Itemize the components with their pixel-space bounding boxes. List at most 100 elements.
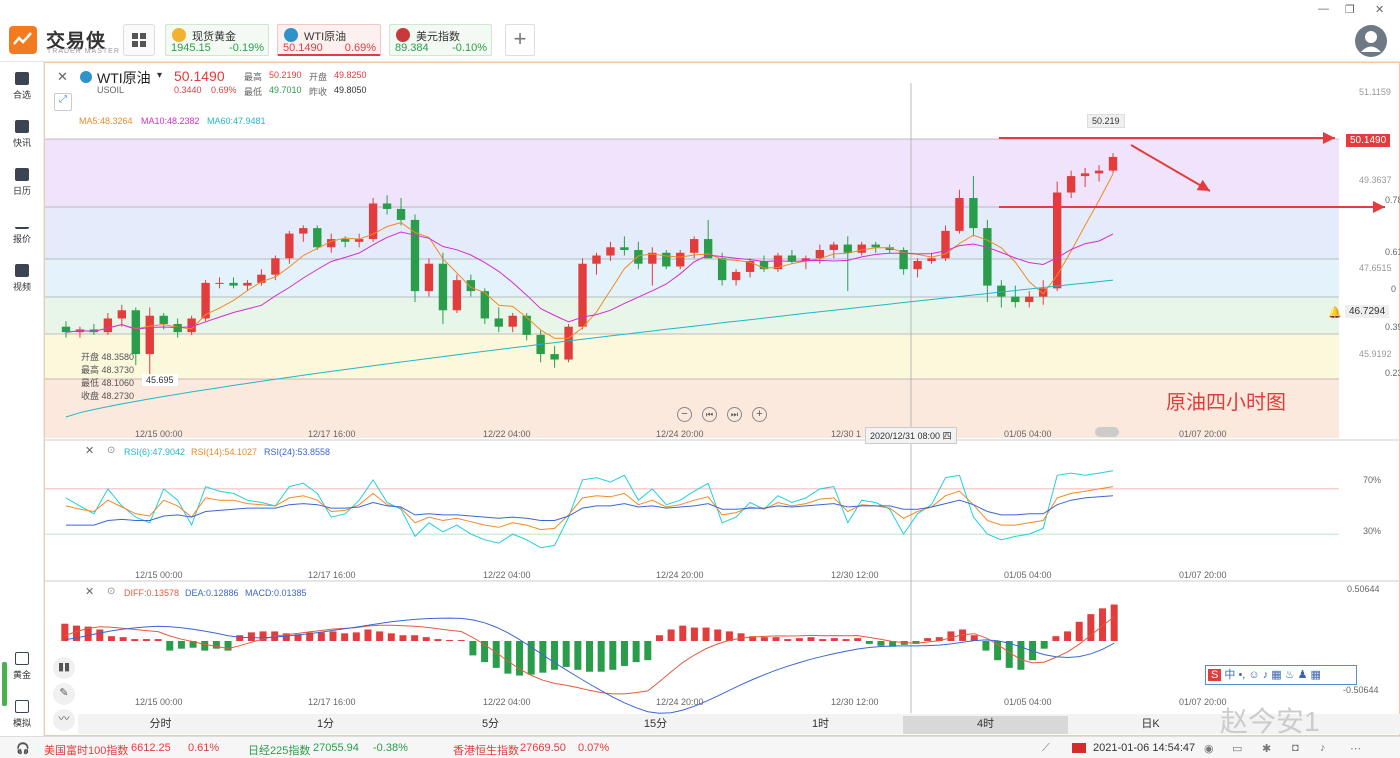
ticker-wti[interactable]: WTI原油 50.1490 0.69% — [277, 24, 381, 56]
bookmark-icon — [15, 72, 29, 85]
macd-bar — [1040, 641, 1048, 649]
macd-bar — [317, 632, 325, 641]
headset-icon[interactable]: 🎧 — [16, 742, 30, 755]
ticker-price: 1945.15 — [171, 42, 211, 54]
layout-grid-button[interactable] — [123, 24, 155, 56]
rsi-70-label: 70% — [1363, 475, 1382, 485]
user-avatar[interactable] — [1355, 25, 1387, 57]
macd-bar — [690, 627, 698, 641]
timeframe-15m[interactable]: 15分 — [573, 716, 738, 734]
macd-bar — [702, 627, 710, 641]
rsi6-line — [65, 470, 1114, 549]
zoom-in-icon[interactable]: + — [752, 407, 767, 422]
rss-icon[interactable]: ◉ — [1204, 742, 1214, 755]
time-axis-label: 12/17 16:00 — [308, 429, 356, 439]
macd-dea-label: DEA:0.12886 — [185, 588, 239, 598]
candle-body — [787, 255, 797, 261]
index-name[interactable]: 美国富时100指数 — [44, 742, 128, 758]
sidebar-item-calendar[interactable]: 日历 — [0, 168, 44, 197]
clock-datetime: 2021-01-06 14:54:47 — [1093, 742, 1196, 754]
time-axis-label: 01/05 04:00 — [1004, 429, 1052, 439]
macd-bar — [830, 638, 838, 641]
macd-bar — [154, 639, 162, 641]
candle-body — [299, 228, 308, 234]
draw-tool-icon[interactable]: ⤢ — [54, 93, 72, 111]
macd-bar — [131, 639, 139, 641]
macd-bar — [1017, 641, 1025, 670]
candle-body — [857, 244, 866, 253]
chart-type-icon[interactable]: 〰 — [53, 709, 75, 731]
fib-level-label: 0.39 — [1385, 322, 1400, 332]
close-rsi-icon[interactable]: ✕ — [85, 444, 94, 457]
close-window-icon[interactable]: ✕ — [1375, 3, 1384, 16]
tv-icon[interactable]: ▭ — [1232, 742, 1242, 755]
index-change: -0.38% — [373, 742, 408, 754]
macd-bar — [329, 631, 337, 641]
close-macd-icon[interactable]: ✕ — [85, 585, 94, 598]
symbol-dropdown-icon[interactable]: ▾ — [157, 70, 162, 81]
macd-bar — [469, 641, 477, 656]
macd-bar — [795, 638, 803, 641]
sidebar-item-quotes[interactable]: 报价 — [0, 216, 44, 245]
more-icon[interactable]: ⋯ — [1350, 742, 1361, 755]
minimize-icon[interactable]: — — [1318, 3, 1329, 15]
scroll-thumb[interactable] — [1095, 427, 1119, 437]
pen-icon[interactable]: ✎ — [53, 683, 75, 705]
bell-icon[interactable]: 🔔 — [1328, 306, 1342, 319]
timeframe-1h[interactable]: 1时 — [738, 716, 903, 734]
macd-settings-icon[interactable]: ⊙ — [107, 586, 115, 597]
candle-body — [396, 208, 406, 220]
timeframe-daily[interactable]: 日K — [1068, 716, 1233, 734]
gold-icon — [15, 652, 29, 665]
price-axis-label: 45.9192 — [1359, 349, 1392, 359]
ime-toolbar[interactable]: S 中 •, ☺ ♪ ▦ ♨ ♟ ▦ — [1205, 665, 1357, 685]
macd-bar — [609, 641, 617, 670]
indicator-icon[interactable]: ▮▮ — [53, 657, 75, 679]
tooltip-close: 收盘 48.2730 — [81, 391, 135, 401]
macd-bar — [107, 636, 115, 641]
settings-icon[interactable]: ✱ — [1262, 742, 1271, 755]
macd-bar — [399, 635, 407, 641]
alert-price-tag[interactable]: 46.7294 — [1345, 305, 1390, 318]
timeframe-5m[interactable]: 5分 — [408, 716, 573, 734]
network-icon[interactable]: ⟋ — [1042, 742, 1050, 755]
tooltip-high: 最高 48.3730 — [81, 365, 135, 375]
us-flag-icon — [396, 28, 410, 42]
candle-body — [313, 228, 322, 248]
volume-icon[interactable]: ♪ — [1320, 742, 1326, 754]
camera-icon[interactable]: ◘ — [1292, 742, 1299, 754]
timeframe-tick[interactable]: 分时 — [78, 716, 243, 734]
sidebar-item-watchlist[interactable]: 合选 — [0, 72, 44, 101]
fib-level-label: 0.23 — [1385, 368, 1400, 378]
macd-bar — [364, 629, 372, 641]
index-name[interactable]: 日经225指数 — [248, 742, 310, 758]
sidebar-item-news[interactable]: 快讯 — [0, 120, 44, 149]
ticker-usd-index[interactable]: 美元指数 89.384 -0.10% — [389, 24, 492, 56]
scroll-forward-icon[interactable]: ⏭ — [727, 407, 742, 422]
zoom-out-icon[interactable]: − — [677, 407, 692, 422]
timeframe-4h[interactable]: 4时 — [903, 716, 1068, 734]
candle-body — [131, 310, 140, 355]
candle-body — [103, 318, 113, 333]
low-label: 最低 — [244, 87, 263, 97]
timeframe-1m[interactable]: 1分 — [243, 716, 408, 734]
index-name[interactable]: 香港恒生指数 — [453, 742, 519, 758]
macd-bar — [201, 641, 209, 651]
close-chart-icon[interactable]: ✕ — [57, 69, 68, 85]
macd-bar — [632, 641, 640, 663]
rsi-settings-icon[interactable]: ⊙ — [107, 445, 115, 456]
ticker-gold[interactable]: 现货黄金 1945.15 -0.19% — [165, 24, 269, 56]
candle-body — [438, 263, 448, 311]
candle-body — [927, 258, 936, 261]
news-icon — [15, 120, 29, 133]
restore-icon[interactable]: ❐ — [1345, 3, 1355, 16]
add-ticker-button[interactable]: + — [505, 24, 535, 56]
rsi-30-label: 30% — [1363, 526, 1382, 536]
ma10-label: MA10:48.2382 — [141, 116, 200, 126]
sidebar-item-video[interactable]: 视频 — [0, 264, 44, 293]
prev-close-value: 49.8050 — [334, 85, 367, 95]
candle-body — [662, 252, 671, 267]
symbol-change-pct: 0.69% — [211, 85, 237, 95]
chart-annotation: 原油四小时图 — [1166, 392, 1286, 414]
scroll-back-icon[interactable]: ⏮ — [702, 407, 717, 422]
